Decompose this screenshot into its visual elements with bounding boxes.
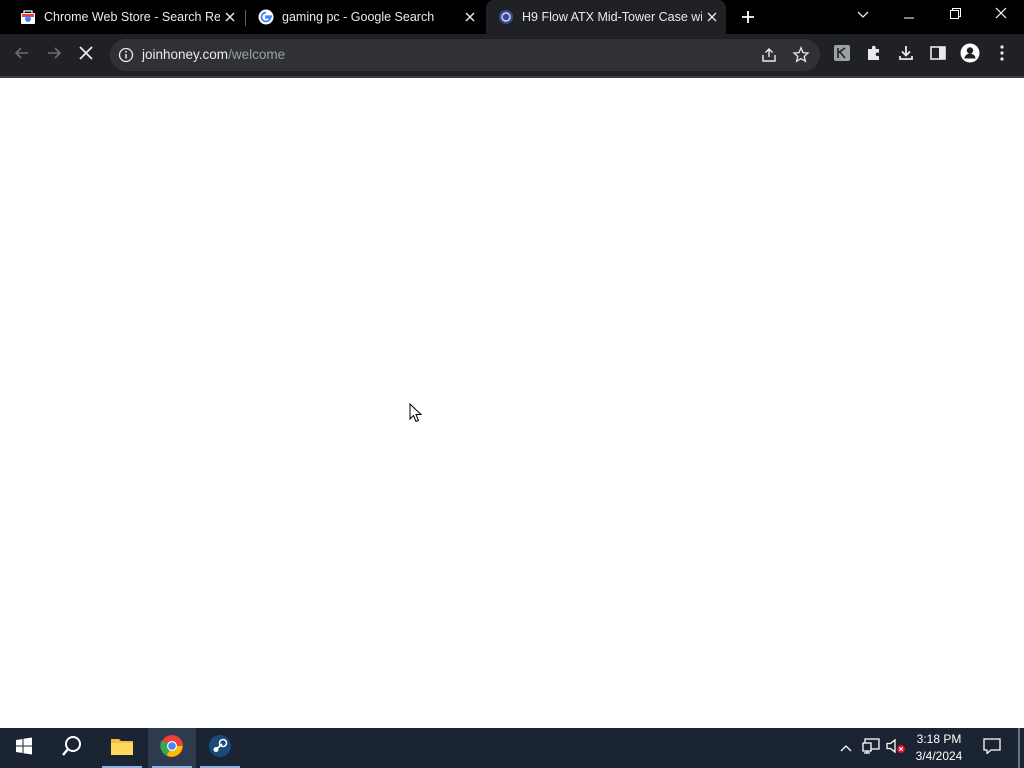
page-content[interactable] xyxy=(0,78,1024,728)
show-desktop-button[interactable] xyxy=(1018,728,1020,768)
new-tab-button[interactable] xyxy=(736,5,760,29)
file-explorer-button[interactable] xyxy=(98,728,146,768)
extension-button[interactable] xyxy=(828,41,856,69)
close-icon xyxy=(79,45,93,65)
search-icon xyxy=(61,735,83,762)
tab-gaming-pc-search[interactable]: gaming pc - Google Search xyxy=(246,0,484,34)
notification-icon xyxy=(983,737,1001,759)
tab-title: H9 Flow ATX Mid-Tower Case with xyxy=(522,10,702,24)
chrome-taskbar-button[interactable] xyxy=(148,728,196,768)
clock-time: 3:18 PM xyxy=(916,732,962,746)
network-icon xyxy=(862,737,880,759)
tab-strip: Chrome Web Store - Search Results gaming… xyxy=(0,0,1024,34)
browser-toolbar: joinhoney.com/welcome xyxy=(0,34,1024,76)
back-button[interactable] xyxy=(8,41,36,69)
chevron-down-icon xyxy=(857,6,869,24)
taskbar-clock[interactable]: 3:18 PM 3/4/2024 xyxy=(906,731,972,765)
close-icon[interactable] xyxy=(460,7,480,27)
arrow-right-icon xyxy=(46,45,62,66)
close-window-button[interactable] xyxy=(978,0,1024,30)
more-vert-icon xyxy=(1000,44,1004,66)
chrome-web-store-icon xyxy=(20,9,36,25)
minimize-icon xyxy=(904,6,914,24)
forward-button[interactable] xyxy=(40,41,68,69)
clock-date: 3/4/2024 xyxy=(915,749,963,763)
address-bar[interactable]: joinhoney.com/welcome xyxy=(110,39,820,71)
url-path: /welcome xyxy=(228,47,286,62)
avatar-icon xyxy=(960,43,980,68)
tab-title: gaming pc - Google Search xyxy=(282,10,435,24)
close-icon[interactable] xyxy=(220,7,240,27)
side-panel-button[interactable] xyxy=(924,41,952,69)
google-icon xyxy=(258,9,274,25)
volume-tray-button[interactable] xyxy=(884,728,908,768)
windows-icon xyxy=(15,737,33,760)
download-icon xyxy=(897,44,915,67)
side-panel-icon xyxy=(929,44,947,67)
chevron-up-icon xyxy=(840,739,852,757)
close-icon[interactable] xyxy=(702,7,722,27)
mouse-cursor-icon xyxy=(409,402,423,428)
url-text: joinhoney.com/welcome xyxy=(142,47,285,62)
start-button[interactable] xyxy=(0,728,48,768)
stop-loading-button[interactable] xyxy=(72,41,100,69)
menu-button[interactable] xyxy=(988,41,1016,69)
restore-icon xyxy=(949,6,961,24)
tab-chrome-web-store[interactable]: Chrome Web Store - Search Results xyxy=(0,0,244,34)
minimize-button[interactable] xyxy=(886,0,932,30)
action-center-button[interactable] xyxy=(978,728,1006,768)
taskbar: 3:18 PM 3/4/2024 xyxy=(0,728,1024,768)
tab-h9-flow[interactable]: H9 Flow ATX Mid-Tower Case with xyxy=(486,0,726,34)
tab-search-button[interactable] xyxy=(840,0,886,30)
folder-icon xyxy=(110,736,134,761)
puzzle-icon xyxy=(865,44,883,67)
tab-title: Chrome Web Store - Search Results xyxy=(44,10,220,24)
bookmark-star-icon[interactable] xyxy=(792,46,810,69)
url-domain: joinhoney.com xyxy=(142,47,229,62)
downloads-button[interactable] xyxy=(892,41,920,69)
arrow-left-icon xyxy=(14,45,30,66)
steam-icon xyxy=(208,734,232,763)
extension-app-icon xyxy=(833,44,851,67)
close-icon xyxy=(995,6,1007,24)
info-icon[interactable] xyxy=(118,47,134,63)
steam-taskbar-button[interactable] xyxy=(196,728,244,768)
share-icon[interactable] xyxy=(760,46,778,69)
restore-button[interactable] xyxy=(932,0,978,30)
volume-muted-icon xyxy=(886,738,906,759)
show-hidden-icons-button[interactable] xyxy=(836,728,856,768)
search-button[interactable] xyxy=(48,728,96,768)
network-tray-button[interactable] xyxy=(860,728,882,768)
nzxt-icon xyxy=(498,9,514,25)
chrome-icon xyxy=(160,734,184,763)
profile-button[interactable] xyxy=(956,41,984,69)
extensions-button[interactable] xyxy=(860,41,888,69)
